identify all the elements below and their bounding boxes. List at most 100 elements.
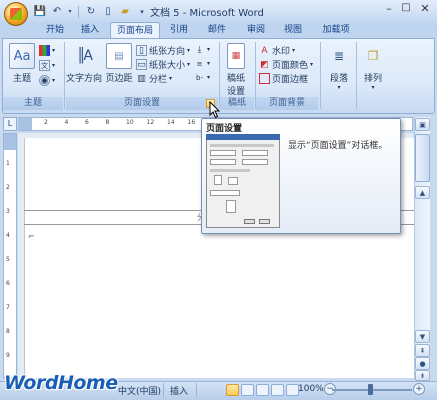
customize-qat-icon[interactable]: ▾ xyxy=(135,5,149,19)
vertical-ruler-number: 8 xyxy=(6,328,10,335)
status-language[interactable]: 中文(中国) xyxy=(118,384,161,397)
preview-cancel-button xyxy=(259,219,270,224)
tab-mailings[interactable]: 邮件 xyxy=(202,22,232,39)
margins-button[interactable]: ▤ 页边距 xyxy=(104,43,134,84)
print-layout-view-icon[interactable] xyxy=(226,384,239,396)
font-icon: 文 xyxy=(39,60,50,71)
watermark-icon: A xyxy=(261,45,268,56)
vertical-ruler-number: 3 xyxy=(6,208,10,215)
next-page-icon[interactable]: ⇟ xyxy=(415,370,430,381)
scroll-down-icon[interactable]: ▼ xyxy=(415,330,430,343)
size-label: 纸张大小 xyxy=(149,61,186,71)
undo-dropdown-icon[interactable]: ▾ xyxy=(67,5,73,19)
ruler-number: 6 xyxy=(85,119,89,126)
orientation-label: 纸张方向 xyxy=(149,47,186,57)
vertical-ruler-top-margin xyxy=(4,134,16,150)
zoom-in-icon[interactable]: + xyxy=(413,383,425,395)
zoom-slider-thumb[interactable] xyxy=(368,384,373,395)
vertical-ruler-number: 2 xyxy=(6,184,10,191)
text-direction-icon: ║A xyxy=(76,48,93,64)
preview-orientation-portrait xyxy=(214,175,222,185)
columns-label: 分栏 xyxy=(149,75,168,85)
ruler-number: 16 xyxy=(187,119,196,126)
tab-references[interactable]: 引用 xyxy=(164,22,194,39)
outline-view-icon[interactable] xyxy=(271,384,284,396)
tab-addins[interactable]: 加载项 xyxy=(316,22,356,39)
page-borders-icon xyxy=(259,73,270,84)
hyphenation-button[interactable]: b- ▾ xyxy=(194,72,210,83)
group-label-paper: 稿纸 xyxy=(220,97,254,110)
group-separator xyxy=(356,42,357,109)
columns-icon: ▥ xyxy=(137,73,146,84)
columns-button[interactable]: ▥ 分栏 ▾ xyxy=(136,72,172,86)
theme-colors-button[interactable]: ▾ xyxy=(39,45,55,56)
tab-view[interactable]: 视图 xyxy=(278,22,308,39)
status-insert-mode[interactable]: 插入 xyxy=(170,384,188,397)
group-label-theme: 主题 xyxy=(3,97,63,110)
undo-icon[interactable]: ↶ xyxy=(50,5,64,19)
line-numbers-button[interactable]: ≡ ▾ xyxy=(194,58,210,69)
themes-icon: Aa xyxy=(9,43,35,69)
open-folder-icon[interactable]: ▰ xyxy=(118,5,132,19)
watermark-button[interactable]: A 水印 ▾ xyxy=(259,44,295,58)
themes-label: 主题 xyxy=(12,74,31,84)
tab-home[interactable]: 开始 xyxy=(40,22,70,39)
tab-review[interactable]: 审阅 xyxy=(241,22,271,39)
theme-effects-button[interactable]: ◉ ▾ xyxy=(39,75,55,86)
full-screen-reading-view-icon[interactable] xyxy=(241,384,254,396)
redo-icon[interactable]: ↻ xyxy=(84,5,98,19)
scrollbar-thumb[interactable] xyxy=(415,134,430,182)
orientation-button[interactable]: ▯ 纸张方向 ▾ xyxy=(136,44,190,57)
save-icon[interactable]: 💾 xyxy=(33,5,47,19)
maximize-button[interactable]: □ xyxy=(398,2,414,18)
themes-button[interactable]: Aa 主题 xyxy=(8,43,36,84)
text-direction-button[interactable]: ║A 文字方向 xyxy=(66,43,102,84)
arrange-icon: ❐ xyxy=(367,49,379,63)
arrange-button[interactable]: ❐ 排列 ▾ xyxy=(358,43,388,91)
wordhome-logo: WordHome xyxy=(4,372,118,394)
page-borders-button[interactable]: 页面边框 xyxy=(259,72,308,85)
new-document-icon[interactable]: ▯ xyxy=(101,5,115,19)
office-logo-icon xyxy=(10,8,22,20)
preview-field xyxy=(210,159,236,165)
close-button[interactable]: ✕ xyxy=(416,2,434,18)
margins-icon: ▤ xyxy=(106,43,132,69)
text-direction-label: 文字方向 xyxy=(66,74,103,84)
previous-page-icon[interactable]: ⇞ xyxy=(415,344,430,357)
preview-field xyxy=(210,150,236,156)
tooltip-title: 页面设置 xyxy=(206,124,243,134)
line-numbers-icon: ≡ xyxy=(196,59,203,68)
breaks-button[interactable]: ⤓ ▾ xyxy=(194,44,211,55)
preview-titlebar xyxy=(206,134,280,140)
minimize-button[interactable]: – xyxy=(381,2,397,18)
tab-insert[interactable]: 插入 xyxy=(75,22,105,39)
ruler-left-margin xyxy=(18,118,32,130)
vertical-ruler-number: 9 xyxy=(6,352,10,359)
window-title: 文档 5 - Microsoft Word xyxy=(150,8,264,19)
ruler-toggle-icon[interactable]: ▣ xyxy=(415,118,430,131)
page-color-label: 页面颜色 xyxy=(272,61,309,71)
preview-ok-button xyxy=(244,219,255,224)
paragraph-button[interactable]: ≣ 段落 ▾ xyxy=(324,43,354,91)
tab-page-layout[interactable]: 页面布局 xyxy=(110,22,160,39)
web-layout-view-icon[interactable] xyxy=(256,384,269,396)
vertical-ruler-number: 6 xyxy=(6,280,10,287)
group-separator xyxy=(320,42,321,109)
office-button[interactable] xyxy=(4,2,28,26)
page-color-button[interactable]: ◩ 页面颜色 ▾ xyxy=(259,58,313,72)
tooltip-description: 显示“页面设置”对话框。 xyxy=(288,141,388,151)
group-label-page-background: 页面背景 xyxy=(256,97,318,110)
paper-setup-button[interactable]: ▦ 稿纸 设置 xyxy=(222,43,250,97)
preview-field xyxy=(242,159,268,165)
preview-page xyxy=(226,200,236,213)
arrange-label: 排列 xyxy=(363,74,382,84)
zoom-level[interactable]: 100% xyxy=(298,384,324,394)
group-label-page-setup: 页面设置 xyxy=(66,97,218,110)
size-button[interactable]: ▭ 纸张大小 ▾ xyxy=(136,58,190,71)
page-borders-label: 页面边框 xyxy=(272,75,309,85)
browse-object-icon[interactable]: ● xyxy=(415,357,430,370)
theme-fonts-button[interactable]: 文 ▾ xyxy=(39,60,55,71)
preview-section xyxy=(210,169,250,172)
tab-selector-button[interactable]: L xyxy=(3,117,17,131)
scroll-up-icon[interactable]: ▲ xyxy=(415,186,430,199)
